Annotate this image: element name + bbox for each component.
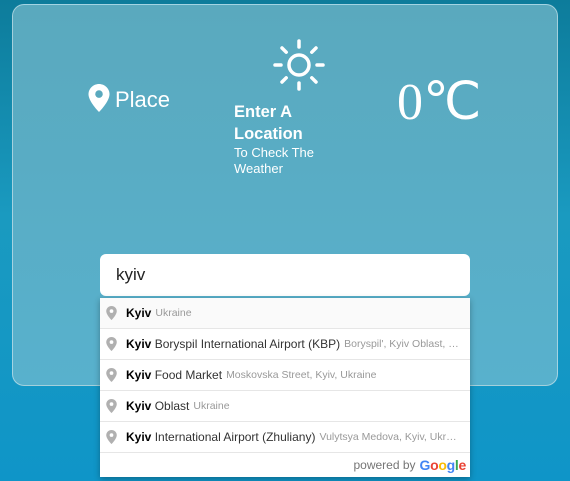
suggestion-main: Kyiv Food Market [126, 368, 222, 382]
location-prompt: Enter A Location To Check The Weather [234, 101, 354, 177]
suggestion-match: Kyiv [126, 337, 152, 351]
location-pin-icon [88, 84, 110, 112]
suggestion-item[interactable]: Kyiv International Airport (Zhuliany) Vu… [100, 421, 470, 452]
suggestion-match: Kyiv [126, 306, 152, 320]
suggestion-secondary: Moskovska Street, Kyiv, Ukraine [226, 369, 377, 381]
autocomplete-dropdown: Kyiv Ukraine Kyiv Boryspil International… [100, 298, 470, 477]
suggestion-secondary: Vulytsya Medova, Kyiv, Ukraine [319, 431, 462, 443]
suggestion-main: Kyiv [126, 306, 151, 320]
suggestion-item[interactable]: Kyiv Food Market Moskovska Street, Kyiv,… [100, 359, 470, 390]
suggestion-rest: Boryspil International Airport (KBP) [151, 337, 341, 351]
suggestion-item[interactable]: Kyiv Oblast Ukraine [100, 390, 470, 421]
suggestion-secondary: Boryspil', Kyiv Oblast, Ukraine [344, 338, 462, 350]
suggestion-main: Kyiv Boryspil International Airport (KBP… [126, 337, 340, 351]
location-search-input[interactable] [100, 254, 470, 296]
map-marker-icon [106, 337, 117, 351]
temperature-readout: 0℃ [397, 74, 482, 131]
map-marker-icon [106, 430, 117, 444]
google-logo: Google [419, 457, 467, 473]
powered-by-prefix: powered by [353, 458, 416, 472]
map-marker-icon [106, 399, 117, 413]
place-display: Place [88, 84, 171, 113]
suggestion-match: Kyiv [126, 368, 152, 382]
map-marker-icon [106, 306, 117, 320]
google-logo-letter: o [438, 457, 447, 473]
prompt-subtitle: To Check The Weather [234, 145, 314, 176]
google-logo-letter: g [446, 457, 456, 473]
suggestion-rest: Food Market [151, 368, 223, 382]
suggestion-main: Kyiv Oblast [126, 399, 189, 413]
google-logo-letter: G [419, 457, 431, 473]
suggestion-match: Kyiv [126, 430, 152, 444]
prompt-title: Enter A Location [234, 103, 303, 143]
suggestion-item[interactable]: Kyiv Boryspil International Airport (KBP… [100, 328, 470, 359]
place-label: Place [115, 87, 171, 112]
suggestion-item[interactable]: Kyiv Ukraine [100, 298, 470, 328]
suggestion-match: Kyiv [126, 399, 152, 413]
google-logo-letter: e [458, 457, 467, 473]
suggestion-rest: Oblast [151, 399, 190, 413]
map-marker-icon [106, 368, 117, 382]
suggestion-secondary: Ukraine [193, 400, 230, 412]
suggestion-secondary: Ukraine [155, 307, 192, 319]
powered-by-google: powered by Google [100, 452, 470, 477]
suggestion-main: Kyiv International Airport (Zhuliany) [126, 430, 315, 444]
suggestion-rest: International Airport (Zhuliany) [151, 430, 316, 444]
sun-icon [273, 39, 325, 91]
